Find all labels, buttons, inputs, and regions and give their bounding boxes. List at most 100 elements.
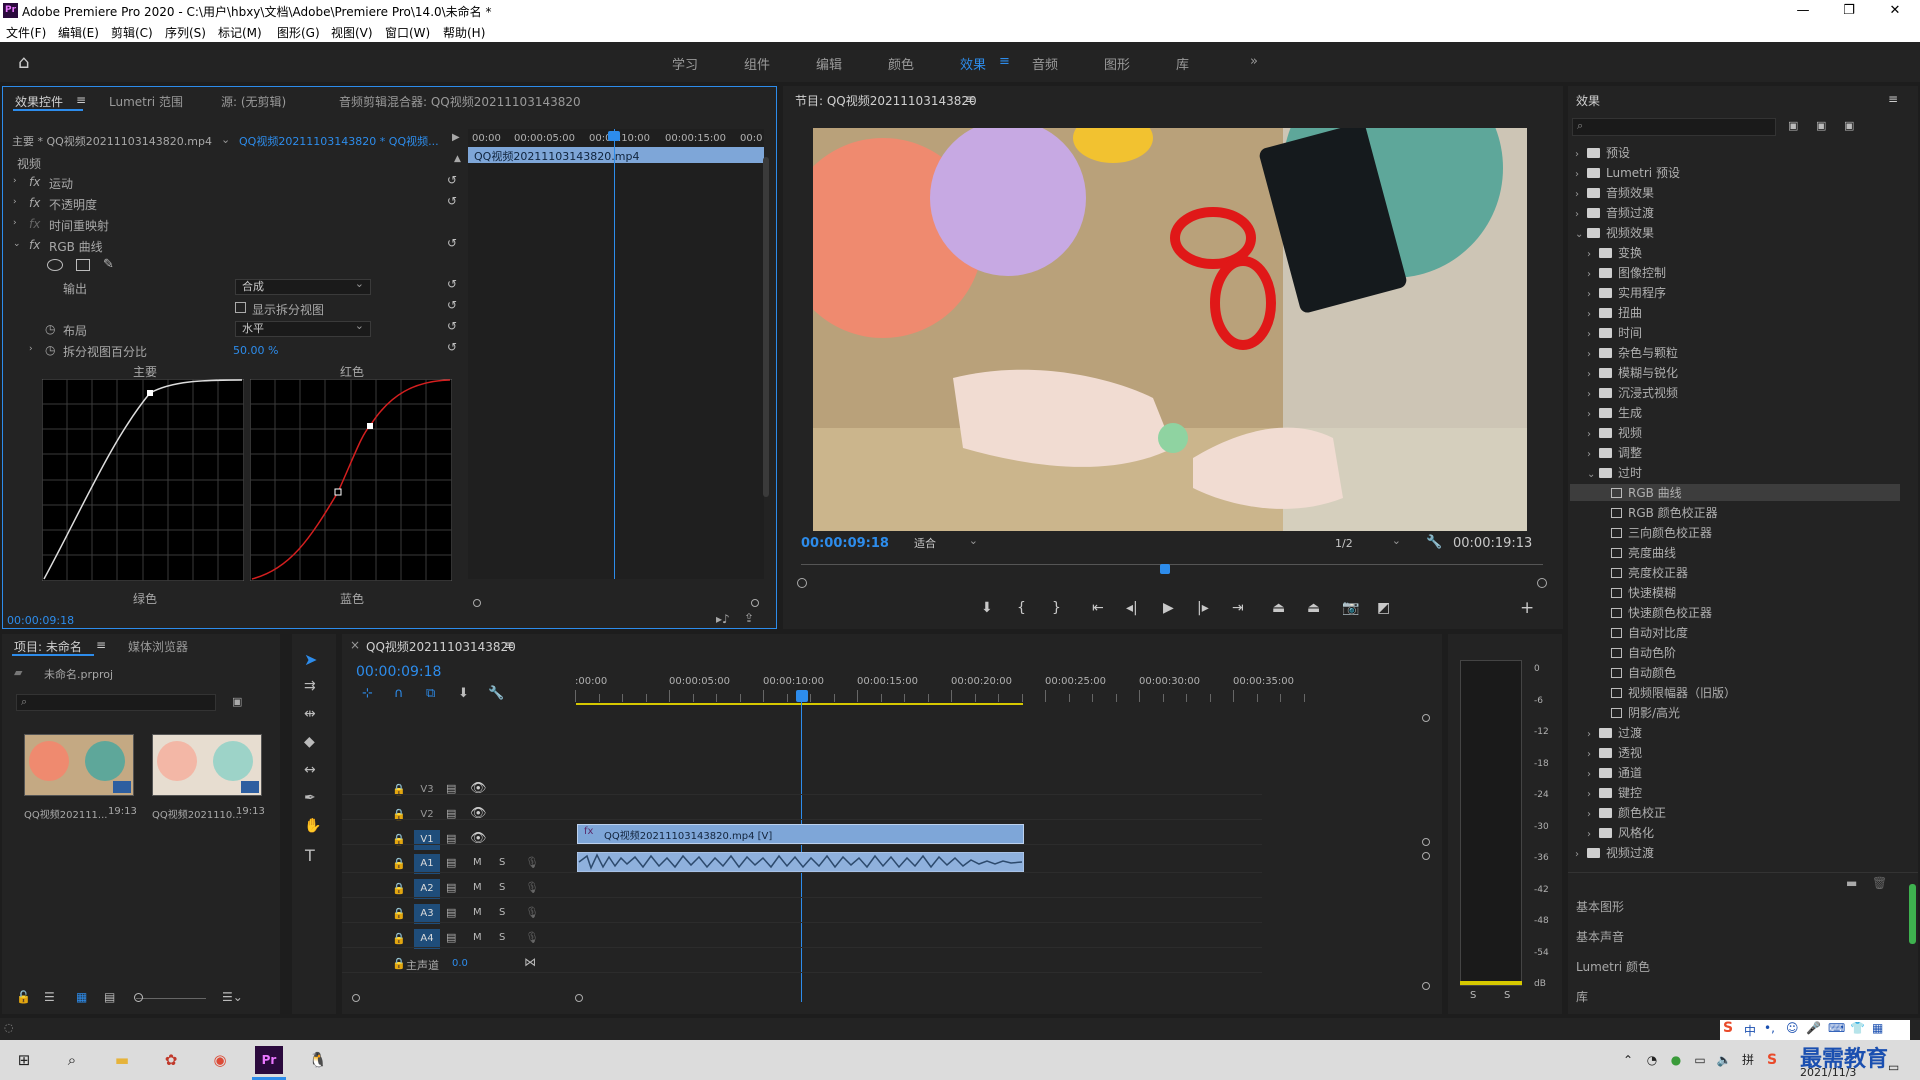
section-lumetri-color[interactable]: Lumetri 颜色 xyxy=(1576,958,1650,975)
tab-project[interactable]: 项目: 未命名 xyxy=(14,638,82,655)
export-icon[interactable]: ⇪ xyxy=(744,611,754,625)
ws-tab-effects[interactable]: 效果 xyxy=(960,54,986,73)
sync-lock-icon[interactable]: ▤ xyxy=(446,931,456,944)
effect-item[interactable]: 自动颜色 xyxy=(1599,664,1676,681)
resolution-dropdown[interactable]: 1/2 xyxy=(1328,534,1408,552)
split-view-checkbox[interactable] xyxy=(235,302,246,313)
mark-out-icon[interactable]: } xyxy=(1052,600,1061,616)
mini-playhead-handle[interactable] xyxy=(608,131,620,141)
go-to-in-icon[interactable]: ⇤ xyxy=(1092,600,1104,616)
snap-icon[interactable]: ∩ xyxy=(394,686,404,701)
timeline-playhead[interactable] xyxy=(801,700,802,1002)
mute-button[interactable]: M xyxy=(473,907,482,918)
32bit-effects-icon[interactable]: ▣ xyxy=(1816,119,1826,132)
track-target-a1[interactable]: A1 xyxy=(414,854,440,874)
expand-chevron-icon[interactable]: › xyxy=(1587,749,1599,760)
mic-icon[interactable]: 🎙 xyxy=(525,906,539,919)
pen-mask-icon[interactable]: ✎ xyxy=(103,257,114,272)
home-icon[interactable]: ⌂ xyxy=(18,52,29,73)
effects-folder[interactable]: ⌄ 过时 xyxy=(1587,464,1642,481)
effect-item[interactable]: RGB 曲线 xyxy=(1570,484,1900,501)
add-marker-icon[interactable]: ⬇ xyxy=(458,686,469,701)
track-target-v2[interactable]: V2 xyxy=(414,805,440,825)
effects-folder[interactable]: › 杂色与颗粒 xyxy=(1587,344,1678,361)
master-curve-graph[interactable] xyxy=(42,379,244,581)
effects-search-input[interactable]: ⌕ xyxy=(1572,118,1776,136)
file-explorer-icon[interactable]: ▬ xyxy=(108,1046,136,1074)
notification-icon[interactable]: ▭ xyxy=(1888,1060,1899,1074)
effects-folder[interactable]: › 沉浸式视频 xyxy=(1587,384,1678,401)
effect-item[interactable]: RGB 颜色校正器 xyxy=(1599,504,1718,521)
output-dropdown[interactable]: 合成 xyxy=(235,277,371,295)
expand-chevron-icon[interactable]: › xyxy=(1575,849,1587,860)
collapse-chevron-icon[interactable]: ⌄ xyxy=(13,239,21,249)
ime-emoji-icon[interactable]: ☺ xyxy=(1786,1021,1799,1035)
effect-item[interactable]: 快速模糊 xyxy=(1599,584,1676,601)
zoom-handle-right[interactable] xyxy=(575,994,583,1002)
zoom-handle-right[interactable] xyxy=(1537,578,1547,588)
section-libraries[interactable]: 库 xyxy=(1576,988,1588,1005)
effects-folder[interactable]: › 图像控制 xyxy=(1587,264,1666,281)
close-button[interactable]: ✕ xyxy=(1872,0,1918,22)
ws-tab-audio[interactable]: 音频 xyxy=(1032,54,1058,73)
effects-folder[interactable]: › 键控 xyxy=(1587,784,1642,801)
mini-clip[interactable]: QQ视频20211103143820.mp4 xyxy=(468,147,764,163)
expand-chevron-icon[interactable]: › xyxy=(13,176,17,186)
effect-item[interactable]: 自动对比度 xyxy=(1599,624,1688,641)
compare-view-icon[interactable]: ◩ xyxy=(1377,600,1390,616)
delete-icon[interactable]: 🗑 xyxy=(1872,876,1887,890)
windows-start-icon[interactable]: ⊞ xyxy=(10,1046,38,1074)
effects-folder[interactable]: ⌄ 视频效果 xyxy=(1575,224,1654,241)
expand-chevron-icon[interactable]: › xyxy=(1575,169,1587,180)
effects-folder[interactable]: › 时间 xyxy=(1587,324,1642,341)
solo-button[interactable]: S xyxy=(499,907,505,918)
tab-menu-icon[interactable]: ≡ xyxy=(504,638,514,652)
reset-icon[interactable]: ↺ xyxy=(447,173,457,187)
effect-item[interactable]: 自动色阶 xyxy=(1599,644,1676,661)
program-timecode[interactable]: 00:00:09:18 xyxy=(801,536,889,551)
lift-icon[interactable]: ⏏ xyxy=(1272,600,1285,616)
ws-tab-color[interactable]: 颜色 xyxy=(888,54,914,73)
master-clip-label[interactable]: 主要 * QQ视频20211103143820.mp4 xyxy=(12,133,212,149)
expand-chevron-icon[interactable]: › xyxy=(1587,769,1599,780)
list-view-icon[interactable]: ☰ xyxy=(44,990,55,1004)
solo-right[interactable]: S xyxy=(1504,990,1510,1001)
tab-source[interactable]: 源: (无剪辑) xyxy=(221,93,286,110)
ws-tab-libraries[interactable]: 库 xyxy=(1176,54,1189,73)
expand-chevron-icon[interactable]: › xyxy=(1587,249,1599,260)
ws-tab-assembly[interactable]: 组件 xyxy=(744,54,770,73)
scrollbar[interactable] xyxy=(1909,884,1916,944)
mute-button[interactable]: M xyxy=(473,857,482,868)
menu-clip[interactable]: 剪辑(C) xyxy=(111,24,153,41)
solo-left[interactable]: S xyxy=(1470,990,1476,1001)
reset-icon[interactable]: ↺ xyxy=(447,236,457,250)
tab-menu-icon[interactable]: ≡ xyxy=(96,638,106,652)
reset-icon[interactable]: ↺ xyxy=(447,277,457,291)
zoom-slider[interactable] xyxy=(136,998,206,999)
clip-thumbnail[interactable] xyxy=(152,734,262,796)
lock-icon[interactable]: 🔓 xyxy=(16,990,31,1004)
type-tool-icon[interactable]: T xyxy=(305,846,315,865)
track-target-a2[interactable]: A2 xyxy=(414,879,440,899)
razor-tool-icon[interactable]: ◆ xyxy=(304,734,315,750)
video-clip[interactable]: fx QQ视频20211103143820.mp4 [V] xyxy=(577,824,1024,844)
collapse-chevron-icon[interactable]: ⌄ xyxy=(1587,469,1599,480)
effect-item[interactable]: 视频限幅器（旧版） xyxy=(1599,684,1736,701)
reset-icon[interactable]: ↺ xyxy=(447,340,457,354)
expand-chevron-icon[interactable]: › xyxy=(13,197,17,207)
sync-lock-icon[interactable]: ▤ xyxy=(446,881,456,894)
menu-marker[interactable]: 标记(M) xyxy=(218,24,262,41)
ime-toolbar[interactable]: S 中 •, ☺ 🎤 ⌨ 👕 ▦ xyxy=(1720,1020,1910,1040)
hand-tool-icon[interactable]: ✋ xyxy=(304,818,321,834)
ws-tab-learn[interactable]: 学习 xyxy=(672,54,698,73)
step-back-icon[interactable]: ◂| xyxy=(1126,600,1138,616)
curve-point[interactable] xyxy=(367,423,373,429)
new-search-bin-icon[interactable]: ▣ xyxy=(232,695,242,708)
menu-file[interactable]: 文件(F) xyxy=(6,24,46,41)
ws-more-icon[interactable]: » xyxy=(1250,54,1258,69)
linked-selection-icon[interactable]: ⧉ xyxy=(426,686,435,701)
zoom-slider-handle[interactable] xyxy=(134,993,143,1002)
menu-view[interactable]: 视图(V) xyxy=(331,24,373,41)
red-curve-graph[interactable] xyxy=(250,379,452,581)
ime-keyboard-icon[interactable]: ⌨ xyxy=(1828,1021,1845,1035)
